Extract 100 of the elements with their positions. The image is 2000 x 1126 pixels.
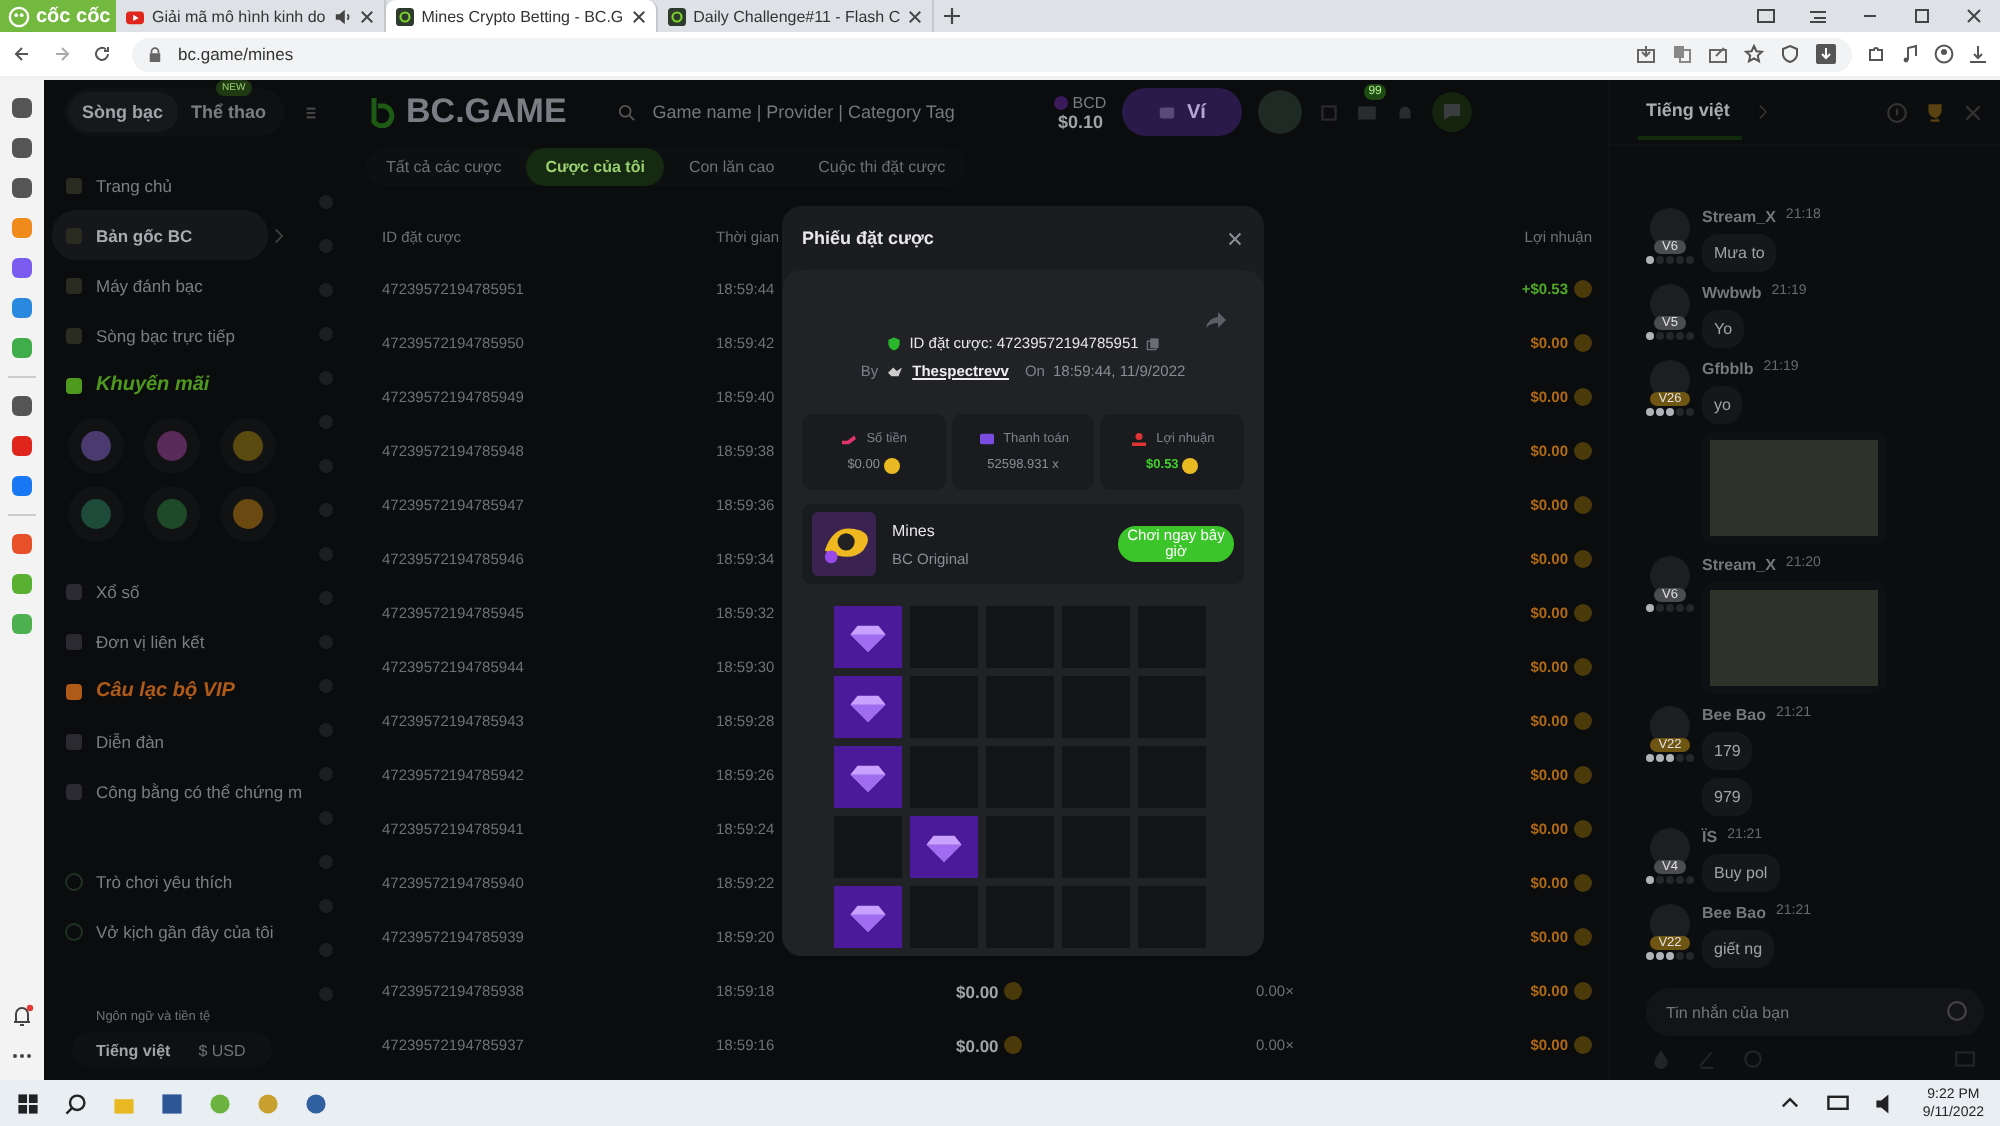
trophy-icon[interactable] bbox=[1924, 101, 1946, 123]
user-name[interactable]: Stream_X bbox=[1702, 556, 1776, 574]
user-name[interactable]: ÏS bbox=[1702, 828, 1718, 846]
tab-list-icon[interactable] bbox=[1808, 6, 1828, 26]
sidebar-item[interactable]: Xổ số bbox=[52, 566, 300, 616]
bets-tab[interactable]: Tất cả các cược bbox=[366, 148, 522, 186]
shield-icon bbox=[885, 335, 902, 351]
sidebar-item[interactable]: Khuyến mãi bbox=[52, 360, 300, 410]
close-icon[interactable] bbox=[1226, 229, 1244, 247]
sidebar-item[interactable]: Sòng bạc trực tiếp bbox=[52, 310, 300, 360]
speaker-icon[interactable] bbox=[333, 7, 352, 25]
language-tab[interactable]: Tiếng việt bbox=[1638, 84, 1742, 140]
coin-icon bbox=[1574, 334, 1592, 352]
promotion-icon[interactable] bbox=[144, 418, 200, 474]
bets-tab[interactable]: Cuộc thi đặt cược bbox=[798, 148, 966, 186]
message-bubble: 979 bbox=[1702, 778, 1753, 816]
maximize-icon[interactable] bbox=[1912, 6, 1932, 26]
game-app-icon[interactable] bbox=[10, 572, 34, 596]
bets-tab[interactable]: Con lăn cao bbox=[668, 148, 795, 186]
music-icon[interactable] bbox=[1900, 44, 1920, 64]
browser-tab[interactable]: Mines Crypto Betting - BC.G bbox=[385, 0, 658, 32]
info-icon[interactable] bbox=[1946, 1000, 1968, 1022]
document-app-icon[interactable] bbox=[160, 1091, 184, 1115]
chat-icon[interactable] bbox=[1432, 92, 1473, 132]
user-name[interactable]: Stream_X bbox=[1702, 208, 1776, 226]
currency-selector[interactable]: BCD $0.10 bbox=[1054, 93, 1107, 131]
reload-icon[interactable] bbox=[92, 44, 112, 64]
promotion-icon[interactable] bbox=[68, 486, 124, 542]
puzzle-icon[interactable] bbox=[1866, 44, 1886, 64]
coin-icon bbox=[883, 457, 900, 473]
category-icon bbox=[64, 781, 84, 801]
sidebar-item[interactable]: Trò chơi yêu thích bbox=[52, 856, 300, 906]
logo-icon[interactable] bbox=[370, 96, 399, 128]
promotion-icon[interactable] bbox=[220, 418, 276, 474]
coin-icon bbox=[1574, 820, 1592, 838]
category-icon bbox=[64, 921, 84, 941]
locale-selector[interactable]: Tiếng việt $ USD bbox=[72, 1032, 272, 1068]
install-icon[interactable] bbox=[1636, 44, 1656, 64]
user-name[interactable]: Wwbwb bbox=[1702, 284, 1762, 302]
sidebar-item[interactable]: Câu lạc bộ VIP bbox=[52, 666, 300, 716]
coin-icon bbox=[1574, 766, 1592, 784]
coin-icon bbox=[1574, 928, 1592, 946]
screen-icon[interactable] bbox=[1756, 6, 1776, 26]
profile-icon[interactable] bbox=[1934, 44, 1954, 64]
user-name[interactable]: Gfbblb bbox=[1702, 360, 1754, 378]
promotion-icon[interactable] bbox=[144, 486, 200, 542]
message-field[interactable]: Tin nhắn của bạn bbox=[1646, 988, 1984, 1036]
close-tab-icon[interactable] bbox=[631, 9, 646, 23]
user-name[interactable]: Bee Bao bbox=[1702, 706, 1767, 724]
coin-icon bbox=[1574, 712, 1592, 730]
category-icon bbox=[64, 275, 84, 295]
nav-tab[interactable]: Sòng bạc bbox=[68, 92, 178, 132]
game-thumbnail-drawing[interactable] bbox=[812, 512, 876, 576]
app-icon[interactable] bbox=[10, 296, 34, 320]
new-tab-icon[interactable] bbox=[944, 8, 961, 24]
game-app-icon[interactable] bbox=[304, 1091, 328, 1115]
address-field[interactable]: bc.game/mines bbox=[132, 37, 1852, 71]
sidebar-item[interactable]: Diễn đàn bbox=[52, 716, 300, 766]
promotion-icon[interactable] bbox=[220, 486, 276, 542]
sidebar-item[interactable]: Đơn vị liên kết bbox=[52, 616, 300, 666]
coin-icon bbox=[1574, 550, 1592, 568]
currency-code: BCD bbox=[1072, 93, 1107, 111]
forward-icon[interactable] bbox=[52, 44, 72, 64]
bell-icon[interactable] bbox=[10, 1004, 34, 1028]
category-icon bbox=[64, 375, 84, 395]
sidebar-item[interactable]: Vở kịch gần đây của tôi bbox=[52, 906, 300, 956]
category-icon bbox=[64, 175, 84, 195]
logo-text[interactable]: BC.GAME bbox=[406, 92, 567, 132]
close-tab-icon[interactable] bbox=[908, 9, 923, 23]
star-icon[interactable] bbox=[1744, 44, 1764, 64]
category-icon bbox=[64, 871, 84, 891]
shield-icon[interactable] bbox=[1780, 44, 1800, 64]
user-name[interactable]: Bee Bao bbox=[1702, 904, 1767, 922]
sidebar-item[interactable]: Trang chủ bbox=[52, 160, 300, 210]
share-icon[interactable] bbox=[1204, 310, 1228, 330]
download-icon[interactable] bbox=[1816, 44, 1836, 64]
browser-app-icon[interactable] bbox=[208, 1091, 232, 1115]
sidebar-item[interactable]: Công bằng có thể chứng m bbox=[52, 766, 300, 816]
copy-icon[interactable] bbox=[1146, 335, 1161, 351]
search-field[interactable]: Game name | Provider | Category Tag bbox=[648, 100, 1007, 124]
coin-icon bbox=[1574, 658, 1592, 676]
nav-tab[interactable]: Thể thao bbox=[177, 92, 281, 132]
social-app-icon[interactable] bbox=[10, 474, 34, 498]
table-cell: $0.00 bbox=[956, 1035, 999, 1055]
dialog-title: Phiếu đặt cược bbox=[802, 228, 934, 248]
network-icon[interactable] bbox=[1826, 1091, 1851, 1115]
translate-icon[interactable] bbox=[1672, 44, 1692, 64]
promotion-icon[interactable] bbox=[68, 418, 124, 474]
browser-logo[interactable]: cốc cốc bbox=[0, 0, 116, 32]
message-bubble: 179 bbox=[1702, 732, 1753, 770]
wallet-button[interactable]: Ví bbox=[1122, 88, 1243, 136]
close-tab-icon[interactable] bbox=[359, 9, 374, 23]
back-icon[interactable] bbox=[12, 44, 32, 64]
bets-tab[interactable]: Cược của tôi bbox=[525, 148, 665, 186]
search-icon[interactable] bbox=[64, 1091, 88, 1115]
share-icon[interactable] bbox=[1708, 44, 1728, 64]
sidebar-item[interactable]: Máy đánh bạc bbox=[52, 260, 300, 310]
download-icon[interactable] bbox=[1968, 44, 1988, 64]
close-icon[interactable] bbox=[1964, 6, 1984, 26]
windows-start-icon[interactable] bbox=[16, 1091, 40, 1115]
